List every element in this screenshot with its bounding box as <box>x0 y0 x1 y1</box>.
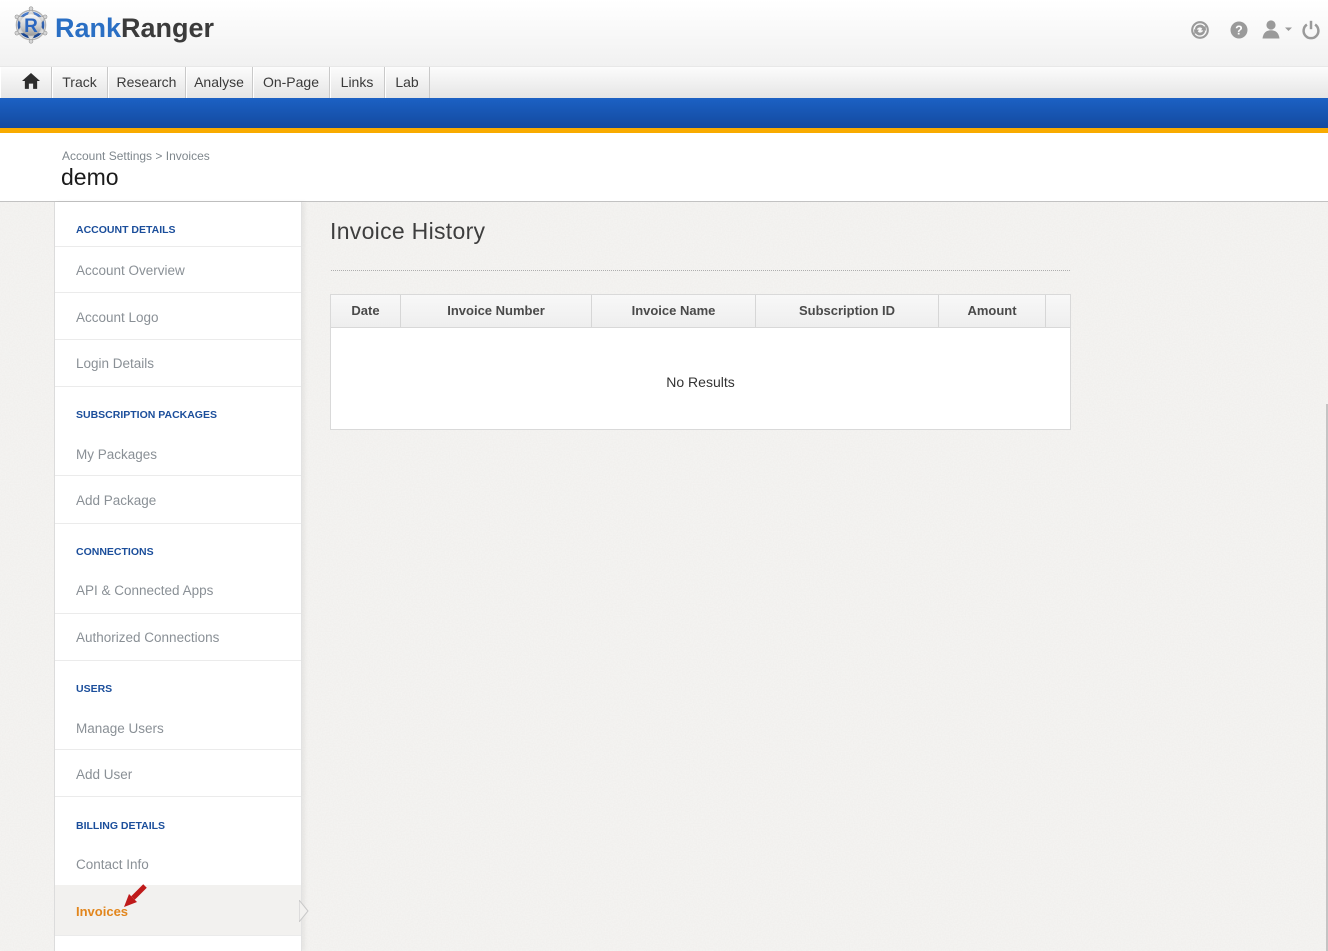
svg-text:R: R <box>24 16 38 37</box>
svg-text:?: ? <box>1235 23 1243 37</box>
